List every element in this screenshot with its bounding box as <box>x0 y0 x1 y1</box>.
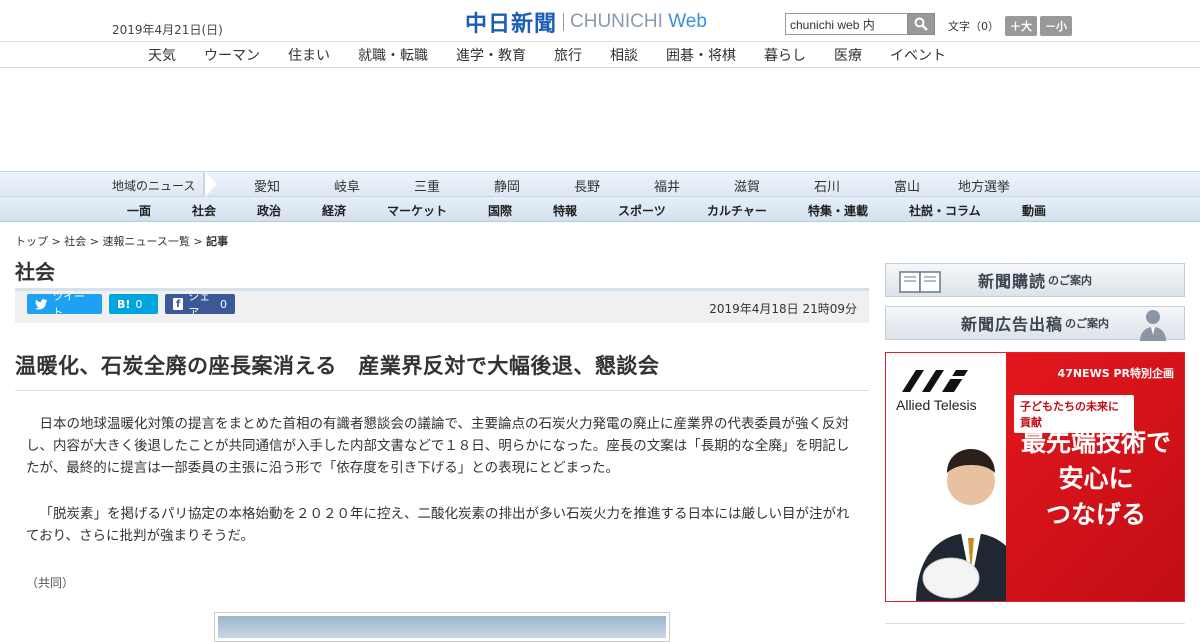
advertising-banner-title: 新聞広告出稿 <box>960 315 1063 334</box>
article-paragraph: 日本の地球温暖化対策の提言をまとめた首相の有識者懇談会の議論で、主要論点の石炭火… <box>26 416 850 476</box>
facebook-share-count: 0 <box>220 297 227 311</box>
advertising-banner[interactable]: 新聞広告出稿 のご案内 <box>885 306 1185 341</box>
section-nav-item[interactable]: カルチャー <box>707 202 767 219</box>
share-bar: ツイート B! 0 f シェア 0 2019年4月18日 21時09分 <box>15 290 869 323</box>
published-date: 2019年4月18日 21時09分 <box>709 302 857 316</box>
site-header: 2019年4月21日(日) 中日新聞 CHUNICHI Web 文字（0） ＋大… <box>0 0 1200 42</box>
tweet-button[interactable]: ツイート <box>27 290 102 319</box>
search-button[interactable] <box>907 13 935 35</box>
section-nav-item[interactable]: 動画 <box>1022 202 1046 219</box>
breadcrumb-link[interactable]: 速報ニュース一覧 <box>102 235 189 248</box>
region-nav-item[interactable]: 地方選挙 <box>958 176 1010 195</box>
allied-telesis-logo-icon <box>902 370 968 392</box>
category-nav-item[interactable]: ウーマン <box>204 45 260 65</box>
subscription-banner-sub: のご案内 <box>1048 274 1092 287</box>
section-nav-item[interactable]: スポーツ <box>618 202 666 219</box>
sidebar-advertisement[interactable]: Allied Telesis 47NEWS PR特別企画 子どもたちの未来に貢献… <box>885 352 1185 602</box>
category-title: 社会 <box>15 260 55 284</box>
ad-promo-panel: 47NEWS PR特別企画 子どもたちの未来に貢献 最先端技術で 安心に つなげ… <box>1006 353 1184 601</box>
region-nav-item[interactable]: 福井 <box>654 176 680 195</box>
article-photo[interactable] <box>214 612 670 642</box>
search-icon <box>914 17 928 31</box>
region-nav-item[interactable]: 石川 <box>814 176 840 195</box>
category-nav: 天気 ウーマン 住まい 就職・転職 進学・教育 旅行 相談 囲碁・将棋 暮らし … <box>0 43 1200 68</box>
region-nav-item[interactable]: 岐阜 <box>334 176 360 195</box>
logo-english: CHUNICHI Web <box>570 11 707 32</box>
search-input[interactable] <box>785 13 907 35</box>
breadcrumb-separator: > <box>189 235 207 248</box>
twitter-bird-icon <box>35 298 48 310</box>
businessman-icon <box>1140 310 1166 341</box>
headline-rule <box>15 390 869 391</box>
ad-catchphrase-line: 最先端技術で <box>1020 428 1171 457</box>
category-nav-item[interactable]: 就職・転職 <box>358 45 428 65</box>
advertiser-name: Allied Telesis <box>896 397 977 413</box>
facebook-share-label: シェア <box>188 290 211 319</box>
logo-japanese: 中日新聞 <box>465 11 558 37</box>
region-nav-item[interactable]: 愛知 <box>254 176 280 195</box>
section-nav-item[interactable]: 特報 <box>553 202 577 219</box>
hatena-icon: B! <box>117 297 131 311</box>
article-body: 日本の地球温暖化対策の提言をまとめた首相の有識者懇談会の議論で、主要論点の石炭火… <box>26 413 856 571</box>
article-credit: （共同） <box>26 576 75 590</box>
breadcrumb-current: 記事 <box>206 235 229 248</box>
breadcrumb: トップ > 社会 > 速報ニュース一覧 > 記事 <box>15 233 228 249</box>
article-paragraph: 「脱炭素」を掲げるパリ協定の本格始動を２０２０年に控え、二酸化炭素の排出が多い石… <box>26 506 850 544</box>
category-nav-item[interactable]: 天気 <box>148 45 176 65</box>
category-nav-item[interactable]: 相談 <box>610 45 638 65</box>
newspaper-reading-icon <box>899 271 941 293</box>
breadcrumb-separator: > <box>48 235 65 248</box>
font-size-control: 文字（0） ＋大 －小 <box>948 16 1072 36</box>
site-logo[interactable]: 中日新聞 CHUNICHI Web <box>465 9 707 37</box>
section-nav-item[interactable]: 社会 <box>192 202 216 219</box>
subscription-banner-title: 新聞購読 <box>977 272 1046 291</box>
region-news-nav: 地域のニュース 愛知 岐阜 三重 静岡 長野 福井 滋賀 石川 富山 地方選挙 <box>0 171 1200 197</box>
hatena-count: 0 <box>135 297 143 311</box>
section-nav-item[interactable]: 一面 <box>127 202 151 219</box>
subscription-banner[interactable]: 新聞購読 のご案内 <box>885 263 1185 297</box>
facebook-icon: f <box>173 298 184 310</box>
section-nav-item[interactable]: マーケット <box>387 202 447 219</box>
section-nav-item[interactable]: 政治 <box>257 202 281 219</box>
breadcrumb-link[interactable]: 社会 <box>64 235 86 248</box>
advertising-banner-sub: のご案内 <box>1065 317 1109 330</box>
ad-catchphrase-line: 安心に <box>1058 464 1134 493</box>
category-nav-item[interactable]: 住まい <box>288 45 330 65</box>
region-nav-item[interactable]: 静岡 <box>494 176 520 195</box>
hatena-bookmark-button[interactable]: B! 0 <box>109 294 158 314</box>
category-nav-item[interactable]: 暮らし <box>764 45 806 65</box>
region-nav-item[interactable]: 長野 <box>574 176 600 195</box>
facebook-share-button[interactable]: f シェア 0 <box>165 290 235 319</box>
section-nav-item[interactable]: 特集・連載 <box>808 202 868 219</box>
region-nav-divider-fill <box>205 171 217 197</box>
font-size-decrease-button[interactable]: －小 <box>1040 16 1072 36</box>
category-nav-item[interactable]: 旅行 <box>554 45 582 65</box>
section-nav-item[interactable]: 社説・コラム <box>909 202 981 219</box>
section-nav: 一面 社会 政治 経済 マーケット 国際 特報 スポーツ カルチャー 特集・連載… <box>0 197 1200 222</box>
category-nav-item[interactable]: 囲碁・将棋 <box>666 45 736 65</box>
region-nav-item[interactable]: 三重 <box>414 176 440 195</box>
article-headline: 温暖化、石炭全廃の座長案消える 産業界反対で大幅後退、懇談会 <box>15 354 660 378</box>
breadcrumb-separator: > <box>86 235 103 248</box>
article-photo-image <box>218 616 666 638</box>
ad-catchphrase-line: つなげる <box>1045 500 1146 529</box>
logo-divider <box>563 13 565 31</box>
sidebar-divider <box>885 623 1185 624</box>
category-nav-item[interactable]: 進学・教育 <box>456 45 526 65</box>
region-nav-item[interactable]: 滋賀 <box>734 176 760 195</box>
region-nav-label: 地域のニュース <box>112 179 196 193</box>
region-nav-item[interactable]: 富山 <box>894 176 920 195</box>
font-size-label: 文字（0） <box>948 20 999 33</box>
current-date: 2019年4月21日(日) <box>112 23 223 37</box>
breadcrumb-link[interactable]: トップ <box>15 235 48 248</box>
site-search <box>785 13 935 35</box>
font-size-increase-button[interactable]: ＋大 <box>1005 16 1037 36</box>
category-nav-item[interactable]: イベント <box>890 45 946 65</box>
section-nav-item[interactable]: 経済 <box>322 202 346 219</box>
category-nav-item[interactable]: 医療 <box>834 45 862 65</box>
tweet-label: ツイート <box>52 290 86 319</box>
ad-promo-label: 47NEWS PR特別企画 <box>1057 367 1174 380</box>
ad-catchphrase: 最先端技術で 安心に つなげる <box>1006 425 1184 533</box>
section-nav-item[interactable]: 国際 <box>488 202 512 219</box>
